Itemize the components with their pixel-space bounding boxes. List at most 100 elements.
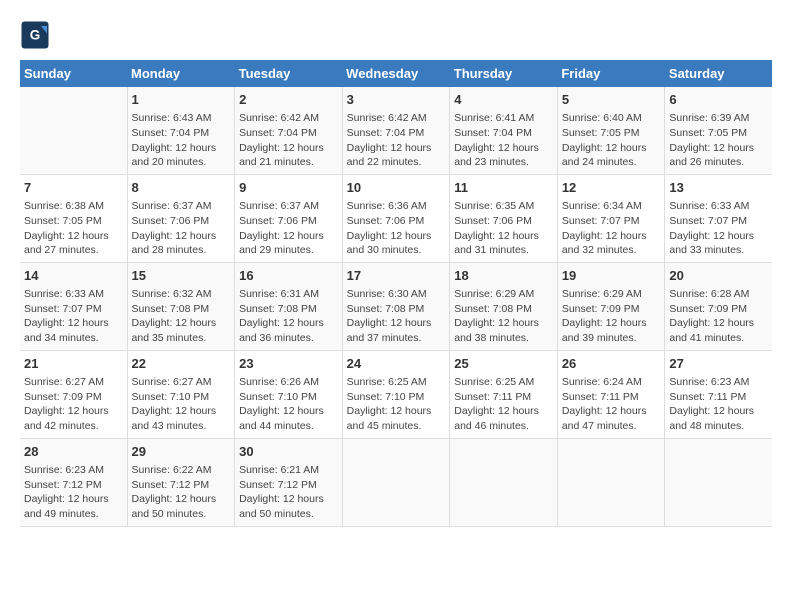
day-info: Sunrise: 6:26 AM Sunset: 7:10 PM Dayligh… (239, 375, 338, 434)
day-info: Sunrise: 6:23 AM Sunset: 7:12 PM Dayligh… (24, 463, 123, 522)
day-info: Sunrise: 6:30 AM Sunset: 7:08 PM Dayligh… (347, 287, 446, 346)
day-number: 10 (347, 179, 446, 197)
calendar-week-5: 28 Sunrise: 6:23 AM Sunset: 7:12 PM Dayli… (20, 438, 772, 526)
calendar-cell: 4 Sunrise: 6:41 AM Sunset: 7:04 PM Daylig… (450, 87, 558, 174)
day-info: Sunrise: 6:42 AM Sunset: 7:04 PM Dayligh… (347, 111, 446, 170)
header-cell-sunday: Sunday (20, 60, 127, 87)
day-info: Sunrise: 6:42 AM Sunset: 7:04 PM Dayligh… (239, 111, 338, 170)
day-number: 21 (24, 355, 123, 373)
day-info: Sunrise: 6:39 AM Sunset: 7:05 PM Dayligh… (669, 111, 768, 170)
day-number: 28 (24, 443, 123, 461)
header-cell-friday: Friday (557, 60, 665, 87)
day-number: 11 (454, 179, 553, 197)
calendar-week-4: 21 Sunrise: 6:27 AM Sunset: 7:09 PM Dayli… (20, 350, 772, 438)
calendar-cell: 27 Sunrise: 6:23 AM Sunset: 7:11 PM Dayli… (665, 350, 772, 438)
day-number: 4 (454, 91, 553, 109)
calendar-week-1: 1 Sunrise: 6:43 AM Sunset: 7:04 PM Daylig… (20, 87, 772, 174)
day-info: Sunrise: 6:27 AM Sunset: 7:10 PM Dayligh… (132, 375, 231, 434)
day-info: Sunrise: 6:33 AM Sunset: 7:07 PM Dayligh… (669, 199, 768, 258)
day-info: Sunrise: 6:22 AM Sunset: 7:12 PM Dayligh… (132, 463, 231, 522)
calendar-cell: 1 Sunrise: 6:43 AM Sunset: 7:04 PM Daylig… (127, 87, 235, 174)
calendar-cell: 18 Sunrise: 6:29 AM Sunset: 7:08 PM Dayli… (450, 262, 558, 350)
logo-icon: G (20, 20, 50, 50)
day-number: 20 (669, 267, 768, 285)
day-number: 27 (669, 355, 768, 373)
day-number: 24 (347, 355, 446, 373)
day-number: 5 (562, 91, 661, 109)
calendar-cell: 20 Sunrise: 6:28 AM Sunset: 7:09 PM Dayli… (665, 262, 772, 350)
day-info: Sunrise: 6:37 AM Sunset: 7:06 PM Dayligh… (132, 199, 231, 258)
day-info: Sunrise: 6:41 AM Sunset: 7:04 PM Dayligh… (454, 111, 553, 170)
calendar-cell (342, 438, 450, 526)
calendar-cell (557, 438, 665, 526)
calendar-cell: 19 Sunrise: 6:29 AM Sunset: 7:09 PM Dayli… (557, 262, 665, 350)
calendar-cell: 2Sunrise: 6:42 AM Sunset: 7:04 PM Daylig… (235, 87, 343, 174)
calendar-body: 1 Sunrise: 6:43 AM Sunset: 7:04 PM Daylig… (20, 87, 772, 526)
day-number: 30 (239, 443, 338, 461)
calendar-cell: 26 Sunrise: 6:24 AM Sunset: 7:11 PM Dayli… (557, 350, 665, 438)
header-row: SundayMondayTuesdayWednesdayThursdayFrid… (20, 60, 772, 87)
calendar-cell: 6 Sunrise: 6:39 AM Sunset: 7:05 PM Daylig… (665, 87, 772, 174)
calendar-cell: 11 Sunrise: 6:35 AM Sunset: 7:06 PM Dayli… (450, 174, 558, 262)
calendar-cell: 28 Sunrise: 6:23 AM Sunset: 7:12 PM Dayli… (20, 438, 127, 526)
calendar-cell (450, 438, 558, 526)
day-number: 7 (24, 179, 123, 197)
day-number: 26 (562, 355, 661, 373)
calendar-table: SundayMondayTuesdayWednesdayThursdayFrid… (20, 60, 772, 527)
day-number: 23 (239, 355, 338, 373)
calendar-cell: 16Sunrise: 6:31 AM Sunset: 7:08 PM Dayli… (235, 262, 343, 350)
day-number: 19 (562, 267, 661, 285)
day-number: 18 (454, 267, 553, 285)
calendar-cell: 24Sunrise: 6:25 AM Sunset: 7:10 PM Dayli… (342, 350, 450, 438)
calendar-cell: 23 Sunrise: 6:26 AM Sunset: 7:10 PM Dayli… (235, 350, 343, 438)
day-info: Sunrise: 6:33 AM Sunset: 7:07 PM Dayligh… (24, 287, 123, 346)
day-number: 22 (132, 355, 231, 373)
calendar-week-2: 7 Sunrise: 6:38 AM Sunset: 7:05 PM Daylig… (20, 174, 772, 262)
day-number: 6 (669, 91, 768, 109)
calendar-cell: 10 Sunrise: 6:36 AM Sunset: 7:06 PM Dayli… (342, 174, 450, 262)
day-number: 29 (132, 443, 231, 461)
calendar-cell (20, 87, 127, 174)
day-info: Sunrise: 6:35 AM Sunset: 7:06 PM Dayligh… (454, 199, 553, 258)
day-info: Sunrise: 6:32 AM Sunset: 7:08 PM Dayligh… (132, 287, 231, 346)
day-info: Sunrise: 6:23 AM Sunset: 7:11 PM Dayligh… (669, 375, 768, 434)
page-header: G (20, 20, 772, 50)
calendar-cell: 15 Sunrise: 6:32 AM Sunset: 7:08 PM Dayli… (127, 262, 235, 350)
header-cell-monday: Monday (127, 60, 235, 87)
day-number: 25 (454, 355, 553, 373)
day-info: Sunrise: 6:36 AM Sunset: 7:06 PM Dayligh… (347, 199, 446, 258)
day-number: 1 (132, 91, 231, 109)
calendar-week-3: 14 Sunrise: 6:33 AM Sunset: 7:07 PM Dayli… (20, 262, 772, 350)
day-info: Sunrise: 6:29 AM Sunset: 7:09 PM Dayligh… (562, 287, 661, 346)
calendar-cell: 5Sunrise: 6:40 AM Sunset: 7:05 PM Daylig… (557, 87, 665, 174)
header-cell-saturday: Saturday (665, 60, 772, 87)
calendar-cell: 29 Sunrise: 6:22 AM Sunset: 7:12 PM Dayli… (127, 438, 235, 526)
day-number: 8 (132, 179, 231, 197)
calendar-cell: 21 Sunrise: 6:27 AM Sunset: 7:09 PM Dayli… (20, 350, 127, 438)
day-info: Sunrise: 6:24 AM Sunset: 7:11 PM Dayligh… (562, 375, 661, 434)
day-info: Sunrise: 6:38 AM Sunset: 7:05 PM Dayligh… (24, 199, 123, 258)
calendar-cell: 22 Sunrise: 6:27 AM Sunset: 7:10 PM Dayli… (127, 350, 235, 438)
calendar-cell: 30 Sunrise: 6:21 AM Sunset: 7:12 PM Dayli… (235, 438, 343, 526)
day-info: Sunrise: 6:28 AM Sunset: 7:09 PM Dayligh… (669, 287, 768, 346)
day-info: Sunrise: 6:29 AM Sunset: 7:08 PM Dayligh… (454, 287, 553, 346)
header-cell-thursday: Thursday (450, 60, 558, 87)
header-cell-wednesday: Wednesday (342, 60, 450, 87)
calendar-cell: 9 Sunrise: 6:37 AM Sunset: 7:06 PM Daylig… (235, 174, 343, 262)
calendar-cell: 3 Sunrise: 6:42 AM Sunset: 7:04 PM Daylig… (342, 87, 450, 174)
day-number: 17 (347, 267, 446, 285)
calendar-header: SundayMondayTuesdayWednesdayThursdayFrid… (20, 60, 772, 87)
day-number: 15 (132, 267, 231, 285)
day-number: 3 (347, 91, 446, 109)
day-number: 14 (24, 267, 123, 285)
day-info: Sunrise: 6:27 AM Sunset: 7:09 PM Dayligh… (24, 375, 123, 434)
day-number: 13 (669, 179, 768, 197)
day-info: Sunrise: 6:43 AM Sunset: 7:04 PM Dayligh… (132, 111, 231, 170)
calendar-cell: 14 Sunrise: 6:33 AM Sunset: 7:07 PM Dayli… (20, 262, 127, 350)
day-number: 9 (239, 179, 338, 197)
day-info: Sunrise: 6:37 AM Sunset: 7:06 PM Dayligh… (239, 199, 338, 258)
day-number: 16 (239, 267, 338, 285)
calendar-cell: 12Sunrise: 6:34 AM Sunset: 7:07 PM Dayli… (557, 174, 665, 262)
logo: G (20, 20, 54, 50)
day-info: Sunrise: 6:21 AM Sunset: 7:12 PM Dayligh… (239, 463, 338, 522)
